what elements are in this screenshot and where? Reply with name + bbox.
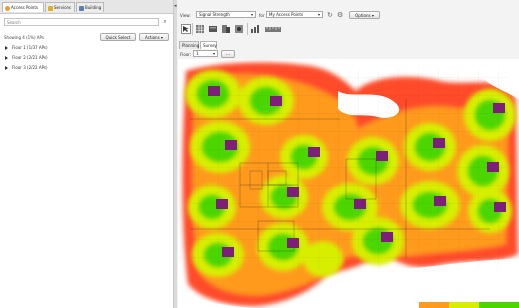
door-tool-icon[interactable] [221, 24, 231, 34]
access-point-marker[interactable] [222, 247, 234, 257]
grid-tool-icon[interactable] [195, 24, 205, 34]
floor-select-value: 1 [196, 51, 199, 56]
view-select-value: Signal Strength [199, 12, 230, 17]
access-point-marker[interactable] [208, 86, 220, 96]
refresh-icon[interactable]: ↻ [327, 11, 335, 19]
settings-icon[interactable]: ⚙ [337, 11, 345, 19]
tab-building-label: Building [85, 5, 102, 10]
access-point-marker[interactable] [216, 199, 228, 209]
access-point-marker[interactable] [493, 103, 505, 113]
for-select-value: My Access Points [269, 12, 304, 17]
access-point-marker[interactable] [308, 147, 320, 157]
showing-count: Showing 4 (1%) APs [4, 35, 44, 40]
access-point-marker[interactable] [354, 199, 366, 209]
access-point-marker[interactable] [487, 162, 499, 172]
signal-strength-heatmap [178, 62, 519, 308]
tab-access-points-label: Access Points [11, 5, 38, 10]
floor-item-label: Floor 3 (2/22 APs) [12, 65, 48, 70]
services-tab-icon [48, 5, 53, 11]
view-label: View: [180, 13, 191, 18]
access-point-marker[interactable] [433, 138, 445, 148]
chevron-down-icon: ▾ [250, 12, 253, 17]
chevron-down-icon: ▾ [317, 12, 320, 17]
search-input[interactable] [4, 18, 159, 26]
tab-planning[interactable]: Planning [179, 41, 199, 49]
floor-action-button[interactable]: ··· [221, 50, 235, 58]
measure-tool-icon[interactable] [264, 24, 282, 34]
expand-arrow-icon[interactable] [5, 56, 8, 60]
floor-label: Floor: [180, 52, 192, 57]
chart-tool-icon[interactable] [250, 24, 260, 34]
floor-item-label: Floor 1 (1/37 APs) [12, 45, 48, 50]
tab-survey-label: Survey [203, 43, 217, 48]
collapse-arrow-icon[interactable]: ◂ [174, 3, 177, 9]
floor-item-2[interactable]: Floor 2 (2/21 APs) [5, 54, 48, 62]
tab-services-label: Services [54, 5, 71, 10]
floor-select[interactable]: 1 ▾ [193, 50, 218, 57]
tab-planning-label: Planning [182, 43, 200, 48]
select-tool-icon[interactable] [181, 24, 191, 34]
quick-select-button[interactable]: Quick Select [100, 33, 136, 41]
access-points-tab-icon [5, 5, 10, 11]
window-tool-icon[interactable] [234, 24, 244, 34]
expand-arrow-icon[interactable] [5, 46, 8, 50]
toolbar-divider [192, 23, 193, 35]
tab-building[interactable]: Building [76, 2, 104, 12]
floor-item-1[interactable]: Floor 1 (1/37 APs) [5, 44, 48, 52]
access-point-marker[interactable] [494, 202, 506, 212]
access-point-marker[interactable] [225, 140, 237, 150]
wall-tool-icon[interactable] [208, 24, 218, 34]
options-button[interactable]: Options ▾ [349, 11, 380, 19]
for-label: for [259, 13, 265, 18]
toolbar-divider [247, 23, 248, 35]
building-tab-icon [79, 5, 84, 11]
tab-access-points[interactable]: Access Points [2, 2, 44, 12]
expand-arrow-icon[interactable] [5, 66, 8, 70]
heatmap-canvas[interactable] [178, 59, 519, 308]
view-select[interactable]: Signal Strength ▾ [196, 11, 256, 18]
for-select[interactable]: My Access Points ▾ [266, 11, 323, 18]
floor-item-label: Floor 2 (2/21 APs) [12, 55, 48, 60]
access-point-marker[interactable] [287, 238, 299, 248]
panel-splitter[interactable] [174, 0, 177, 308]
access-point-marker[interactable] [434, 196, 446, 206]
chevron-down-icon: ▾ [212, 51, 215, 56]
access-point-marker[interactable] [381, 232, 393, 242]
tab-survey[interactable]: Survey [200, 41, 217, 49]
access-point-marker[interactable] [287, 187, 299, 197]
access-point-marker[interactable] [376, 151, 388, 161]
tab-services[interactable]: Services [45, 2, 75, 12]
floor-item-3[interactable]: Floor 3 (2/22 APs) [5, 64, 48, 72]
actions-button[interactable]: Actions ▾ [139, 33, 169, 41]
search-icon[interactable]: ⌕ [161, 18, 169, 26]
access-point-marker[interactable] [270, 96, 282, 106]
left-tab-bar: Access Points Services Building [0, 0, 173, 14]
